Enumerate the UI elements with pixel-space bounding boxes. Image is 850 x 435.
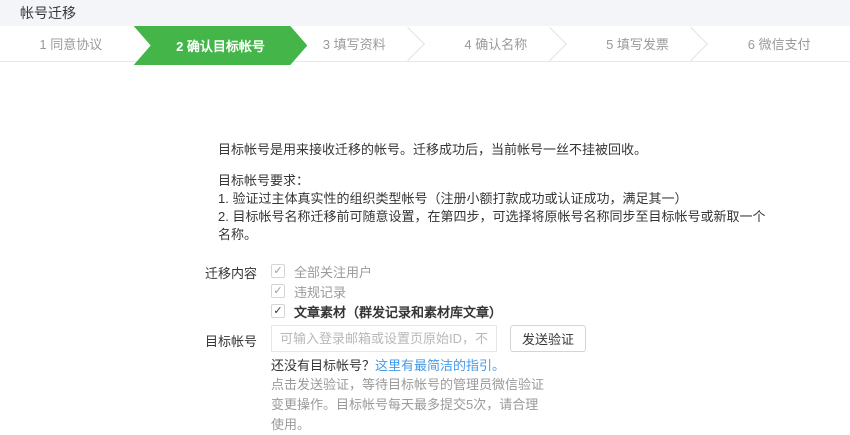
option-label: 文章素材（群发记录和素材库文章）: [294, 302, 502, 321]
step-confirm-target-active: 2 确认目标帐号: [134, 26, 308, 65]
step-label: 4 确认名称: [464, 34, 527, 53]
page-header: 帐号迁移: [0, 0, 850, 26]
intro-text: 目标帐号是用来接收迁移的帐号。迁移成功后，当前帐号一丝不挂被回收。: [218, 139, 647, 158]
step-label: 6 微信支付: [748, 34, 811, 53]
checkbox-all-followers: ✓ 全部关注用户: [271, 261, 502, 281]
account-migration-page: 帐号迁移 1 同意协议 3 填写资料 4 确认名称 5 填写发票 6 微信支付 …: [0, 0, 850, 420]
requirements-block: 目标帐号要求： 1. 验证过主体真实性的组织类型帐号（注册小额打款成功或认证成功…: [218, 172, 774, 244]
checkbox-article-material[interactable]: ✓ 文章素材（群发记录和素材库文章）: [271, 301, 502, 321]
step-wechat-pay: 6 微信支付: [708, 26, 850, 61]
option-label: 违规记录: [294, 282, 346, 301]
step-label-active: 2 确认目标帐号: [176, 36, 265, 55]
step-wizard: 1 同意协议 3 填写资料 4 确认名称 5 填写发票 6 微信支付 2 确认目…: [0, 26, 850, 62]
no-target-account-line: 还没有目标帐号？这里有最简洁的指引。: [271, 355, 505, 374]
checkmark-icon: ✓: [271, 264, 285, 278]
target-account-label: 目标帐号: [205, 331, 257, 350]
checkmark-icon: ✓: [271, 284, 285, 298]
checkmark-icon[interactable]: ✓: [271, 304, 285, 318]
submit-limit-hint: 点击发送验证，等待目标帐号的管理员微信验证变更操作。目标帐号每天最多提交5次，请…: [271, 375, 547, 435]
send-verification-button[interactable]: 发送验证: [510, 325, 586, 352]
target-account-input[interactable]: [271, 325, 497, 352]
no-target-account-text: 还没有目标帐号？: [271, 358, 375, 373]
page-title: 帐号迁移: [0, 0, 850, 26]
requirements-title: 目标帐号要求：: [218, 172, 774, 190]
option-label: 全部关注用户: [294, 262, 372, 281]
step-label: 5 填写发票: [606, 34, 669, 53]
checkbox-violation-records: ✓ 违规记录: [271, 281, 502, 301]
step-label: 1 同意协议: [39, 34, 102, 53]
migrate-content-label: 迁移内容: [205, 263, 257, 282]
step-label: 3 填写资料: [323, 34, 386, 53]
guide-link[interactable]: 这里有最简洁的指引。: [375, 358, 505, 373]
requirement-item: 1. 验证过主体真实性的组织类型帐号（注册小额打款成功或认证成功，满足其一）: [218, 190, 774, 208]
step-agree-protocol: 1 同意协议: [0, 26, 142, 61]
requirement-item: 2. 目标帐号名称迁移前可随意设置，在第四步，可选择将原帐号名称同步至目标帐号或…: [218, 208, 774, 244]
migrate-content-options: ✓ 全部关注用户 ✓ 违规记录 ✓ 文章素材（群发记录和素材库文章）: [271, 261, 502, 321]
